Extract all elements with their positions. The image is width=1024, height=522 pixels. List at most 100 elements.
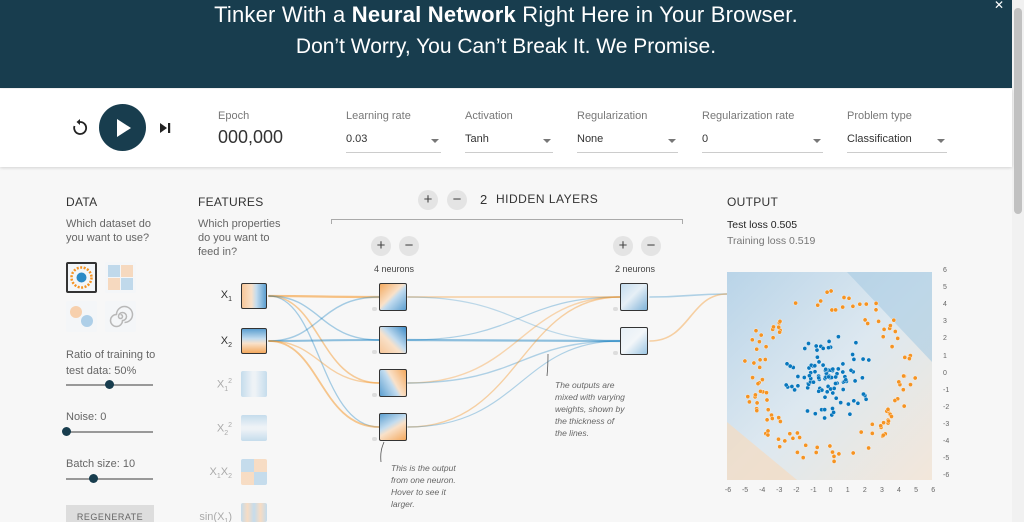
remove-neuron-layer2-button[interactable]: −: [641, 236, 661, 256]
data-point: [820, 346, 826, 351]
bias-handle[interactable]: [613, 351, 618, 355]
data-point: [848, 368, 854, 373]
data-point: [861, 391, 866, 397]
bias-handle[interactable]: [372, 437, 377, 441]
add-neuron-layer1-button[interactable]: +: [371, 236, 391, 256]
data-point: [876, 319, 881, 324]
data-point: [881, 327, 887, 332]
y-tick-label: 6: [943, 267, 947, 274]
remove-layer-button[interactable]: −: [447, 190, 467, 210]
data-point: [813, 450, 819, 455]
bias-handle[interactable]: [372, 393, 377, 397]
data-point: [840, 304, 845, 310]
data-point: [838, 400, 843, 405]
data-point: [813, 411, 818, 416]
neuron-l1-n3[interactable]: [379, 369, 407, 397]
data-point: [816, 375, 821, 381]
data-point: [818, 298, 823, 304]
neuron-l1-n1[interactable]: [379, 283, 407, 311]
data-point: [830, 406, 835, 411]
data-point: [866, 445, 871, 451]
data-point: [828, 288, 834, 294]
add-layer-button[interactable]: +: [418, 190, 438, 210]
data-point: [836, 451, 842, 457]
y-tick-label: 3: [943, 318, 947, 326]
data-point: [885, 406, 891, 412]
data-point: [764, 390, 769, 395]
data-point: [777, 329, 782, 335]
scrollbar-thumb[interactable]: [1014, 8, 1022, 214]
data-point: [771, 324, 776, 330]
data-point: [843, 377, 849, 383]
data-point: [776, 324, 782, 330]
link: [407, 340, 621, 384]
data-point: [806, 341, 811, 346]
bias-handle[interactable]: [372, 307, 377, 311]
data-point: [850, 352, 855, 357]
data-point: [840, 387, 846, 392]
y-tick-label: 4: [943, 301, 947, 309]
data-point: [886, 418, 891, 424]
y-tick-label: -5: [943, 455, 950, 463]
data-point: [873, 301, 879, 306]
data-point: [850, 304, 856, 309]
neuron-l2-n2[interactable]: [620, 327, 648, 355]
link: [268, 295, 380, 341]
data-point: [764, 417, 770, 423]
data-point: [805, 408, 810, 414]
data-point: [880, 334, 886, 339]
neuron-l1-n4[interactable]: [379, 413, 407, 441]
data-point: [765, 432, 771, 438]
neuron-l2-n1[interactable]: [620, 283, 648, 311]
output-heading: OUTPUT: [727, 195, 779, 209]
remove-neuron-layer1-button[interactable]: −: [399, 236, 419, 256]
x-tick-label: -5: [741, 487, 749, 494]
data-point: [891, 317, 897, 323]
data-point: [770, 335, 776, 340]
data-point: [900, 387, 906, 392]
data-point: [826, 339, 832, 344]
data-point: [757, 357, 763, 363]
data-point: [830, 449, 835, 455]
data-point: [816, 389, 821, 394]
data-point: [908, 382, 913, 387]
data-point: [889, 344, 895, 349]
data-point: [880, 432, 886, 438]
data-point: [797, 435, 802, 440]
data-point: [765, 428, 771, 434]
data-point: [833, 374, 838, 380]
data-point: [749, 337, 755, 343]
data-point: [869, 421, 875, 427]
bias-handle[interactable]: [372, 350, 377, 354]
add-neuron-layer2-button[interactable]: +: [613, 236, 633, 256]
x-tick-label: 3: [879, 487, 884, 494]
data-point: [822, 415, 827, 421]
neuron-l1-n2[interactable]: [379, 326, 407, 354]
page-scrollbar[interactable]: [1012, 0, 1024, 522]
bias-handle[interactable]: [613, 307, 618, 311]
data-point: [840, 361, 846, 367]
data-point: [778, 419, 783, 424]
data-point: [824, 289, 830, 295]
data-point: [765, 407, 771, 412]
output-heatmap[interactable]: [727, 272, 932, 480]
data-point: [895, 336, 900, 341]
data-point: [793, 300, 798, 306]
data-point: [836, 334, 841, 339]
x-tick-label: -1: [810, 487, 817, 494]
data-point: [840, 369, 846, 375]
data-point: [873, 307, 879, 313]
data-point: [787, 431, 793, 436]
data-point: [863, 301, 869, 307]
data-point: [811, 379, 816, 385]
link: [268, 340, 380, 428]
data-point: [747, 399, 752, 405]
data-point: [827, 443, 833, 449]
link: [268, 295, 380, 428]
data-point: [901, 403, 907, 409]
data-point: [860, 375, 865, 381]
data-point: [753, 328, 759, 334]
data-point: [758, 389, 763, 394]
data-point: [795, 374, 801, 379]
data-point: [860, 356, 866, 362]
